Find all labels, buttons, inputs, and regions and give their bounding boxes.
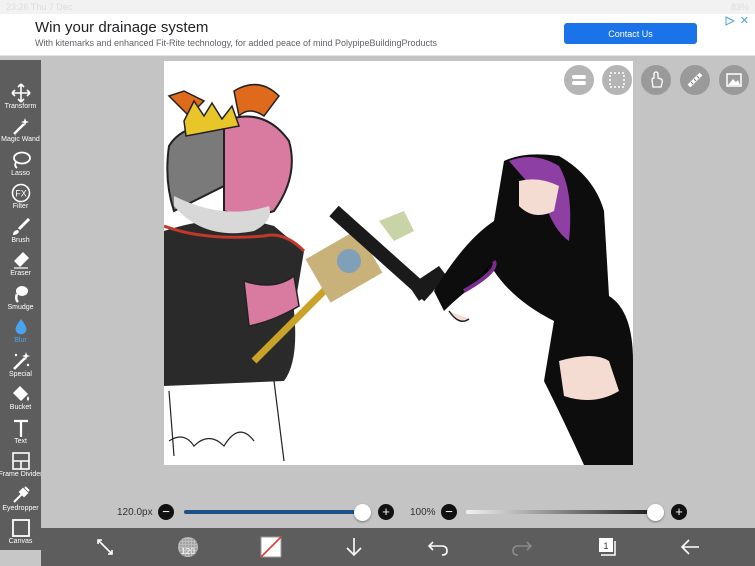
ruler-icon	[687, 72, 703, 88]
eraser-icon	[13, 252, 29, 269]
ad-subtitle: With kitemarks and enhanced Fit-Rite tec…	[35, 38, 438, 48]
smudge-icon	[14, 286, 28, 303]
tool-blur[interactable]: Blur	[0, 315, 41, 349]
rotate-arrows-icon	[97, 539, 113, 555]
brush-size-knob[interactable]	[354, 504, 371, 521]
tool-frame-divider[interactable]: Frame Divider	[0, 449, 43, 483]
tool-label: Eraser	[10, 270, 31, 277]
canvas-icon	[11, 519, 30, 537]
image-icon	[726, 73, 742, 87]
tool-label: Magic Wand	[1, 136, 40, 143]
tool-label: Lasso	[11, 170, 30, 177]
tool-label: Text	[14, 438, 27, 445]
artwork	[164, 83, 633, 465]
ruler-button[interactable]	[680, 65, 710, 95]
tool-text[interactable]: Text	[0, 416, 41, 450]
ad-contact-button[interactable]: Contact Us	[564, 23, 697, 44]
ad-title[interactable]: Win your drainage system	[35, 19, 208, 36]
tool-eraser[interactable]: Eraser	[0, 248, 41, 282]
redo-icon	[512, 541, 533, 556]
back-button[interactable]	[678, 536, 702, 558]
special-icon	[12, 352, 30, 370]
magic-wand-icon	[12, 118, 29, 135]
tool-label: Frame Divider	[0, 471, 43, 478]
brush-size-button[interactable]: 120	[174, 536, 202, 558]
tool-label: Transform	[4, 103, 37, 110]
tool-magic-wand[interactable]: Magic Wand	[0, 114, 41, 148]
tool-transform[interactable]: Transform	[0, 81, 41, 115]
opacity-increase-button[interactable]: +	[671, 504, 687, 520]
arrow-down-icon	[346, 538, 362, 557]
size-increase-button[interactable]: +	[378, 504, 394, 520]
svg-text:1: 1	[603, 541, 608, 551]
hand-icon	[651, 71, 663, 88]
opacity-knob[interactable]	[647, 504, 664, 521]
brush-size-slider[interactable]	[184, 510, 364, 514]
layers-icon: 1	[599, 538, 616, 556]
tool-eyedropper[interactable]: Eyedropper	[0, 483, 41, 517]
transform-tool-button[interactable]	[93, 536, 117, 558]
color-swatch-icon	[260, 536, 282, 558]
layer-down-button[interactable]	[342, 536, 366, 558]
toggle-button[interactable]	[564, 65, 594, 95]
image-button[interactable]	[719, 65, 749, 95]
color-button[interactable]	[259, 536, 283, 558]
tool-label: Bucket	[9, 404, 32, 411]
tool-label: Canvas	[8, 538, 33, 545]
ad-banner[interactable]: Win your drainage system With kitemarks …	[0, 14, 755, 56]
transform-icon	[10, 83, 31, 103]
tool-smudge[interactable]: Smudge	[0, 282, 41, 316]
eyedropper-icon	[12, 486, 30, 503]
bottom-toolbar: 120 1	[41, 528, 755, 566]
toggle-icon	[572, 75, 586, 85]
ad-info-icon[interactable]	[725, 16, 736, 26]
brush-size-value: 120	[181, 547, 195, 556]
status-bar: 23:26 Thu 7 Dec 83%	[0, 0, 755, 14]
selection-button[interactable]	[602, 65, 632, 95]
tool-label: Blur	[14, 337, 27, 344]
status-battery: 83%	[730, 2, 749, 12]
tool-label: Eyedropper	[2, 505, 39, 512]
arrow-left-icon	[680, 539, 699, 555]
touch-gesture-button[interactable]	[641, 65, 671, 95]
brush-icon	[12, 217, 30, 235]
opacity-decrease-button[interactable]: −	[441, 504, 457, 520]
undo-button[interactable]	[426, 536, 450, 558]
tool-special[interactable]: Special	[0, 349, 41, 383]
undo-icon	[427, 541, 448, 556]
tool-label: Smudge	[7, 304, 34, 311]
svg-text:FX: FX	[15, 189, 27, 199]
tool-sidebar: Transform Magic Wand Lasso FX Filter Bru…	[0, 60, 43, 550]
redo-button[interactable]	[510, 536, 534, 558]
opacity-slider[interactable]	[466, 510, 656, 514]
fx-icon: FX	[11, 183, 30, 203]
ad-close-icon[interactable]: ✕	[740, 14, 749, 27]
frame-divider-icon	[11, 452, 30, 470]
tool-bucket[interactable]: Bucket	[0, 382, 41, 416]
tool-label: Filter	[12, 203, 29, 210]
tool-canvas[interactable]: Canvas	[0, 516, 41, 550]
size-decrease-button[interactable]: −	[158, 504, 174, 520]
tool-brush[interactable]: Brush	[0, 215, 41, 249]
drawing-canvas[interactable]	[164, 61, 633, 465]
marquee-selection-icon	[609, 72, 625, 88]
lasso-icon	[12, 151, 31, 169]
layers-button[interactable]: 1	[594, 536, 618, 558]
brush-size-label: 120.0px	[117, 507, 153, 518]
tool-lasso[interactable]: Lasso	[0, 148, 41, 182]
tool-label: Brush	[11, 237, 30, 244]
text-icon	[13, 419, 28, 437]
tool-label: Special	[9, 371, 32, 378]
tool-filter[interactable]: FX Filter	[0, 181, 41, 215]
status-time: 23:26 Thu 7 Dec	[6, 2, 73, 12]
blur-icon	[15, 319, 26, 335]
opacity-label: 100%	[410, 507, 436, 518]
bucket-icon	[12, 386, 29, 401]
